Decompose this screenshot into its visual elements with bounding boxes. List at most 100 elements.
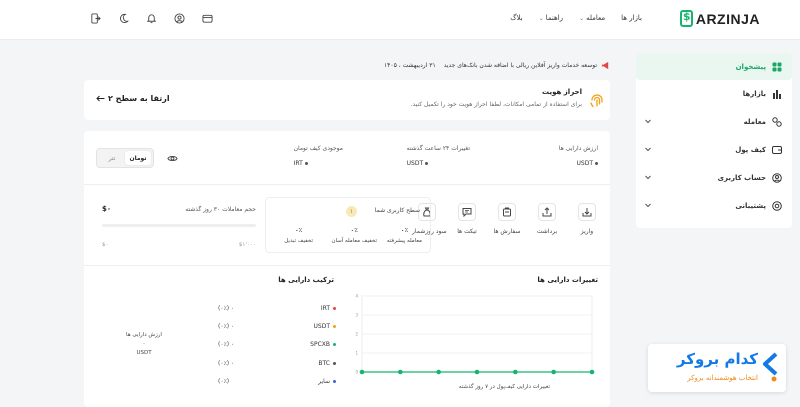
announcement-text: توسعه خدمات واریز آفلاین ریالی با اضافه … <box>443 62 597 69</box>
brand-name: ARZINJA <box>695 10 760 27</box>
quick-actions: واریز برداشت سفارش ها تیکت ها سود روزشما… <box>84 186 610 266</box>
currency-toggle: تومان تتر <box>96 148 154 168</box>
level-advanced-trade: ۰٪ معامله پیشرفته <box>386 227 422 244</box>
nav-item-trade[interactable]: معامله ⌄ <box>579 14 605 22</box>
promo-subtitle: انتخاب هوشمندانه بروکر <box>687 374 758 382</box>
sidebar-item-markets[interactable]: بازارها <box>636 80 792 108</box>
chevron-down-icon <box>645 203 651 208</box>
chevron-down-icon <box>645 119 651 124</box>
logout-icon[interactable] <box>90 13 101 24</box>
megaphone-icon <box>601 61 609 70</box>
moon-icon[interactable] <box>118 13 129 24</box>
ticket-icon <box>462 208 472 217</box>
stat-toman-balance-unit: IRT <box>293 160 303 167</box>
stat-asset-value-unit: USDT <box>576 160 594 167</box>
action-orders[interactable]: سفارش ها <box>492 203 522 235</box>
withdraw-icon <box>542 207 552 217</box>
chart-data-point[interactable] <box>513 369 518 375</box>
sidebar-item-label: بازارها <box>742 90 766 98</box>
chart-data-point[interactable] <box>474 369 480 375</box>
announcement[interactable]: توسعه خدمات واریز آفلاین ریالی با اضافه … <box>384 61 610 70</box>
promo-title: کدام بروکر <box>676 350 758 368</box>
kyc-title: احراز هویت <box>542 88 582 96</box>
sidebar-item-trade[interactable]: معامله <box>636 108 792 136</box>
chart-data-point[interactable] <box>359 369 365 375</box>
support-icon <box>772 201 782 211</box>
sidebar-item-wallet[interactable]: کیف پول <box>636 136 792 164</box>
upgrade-level-link[interactable]: ارتقا به سطح ۲ <box>96 94 170 103</box>
kyc-card: احراز هویت برای استفاده از تمامی امکانات… <box>84 80 610 120</box>
chart-y-tick-label: 2 <box>355 332 358 337</box>
chart-caption: تغییرات دارایی کیف‌پول در ۷ روز گذشته <box>458 384 550 390</box>
user-icon[interactable] <box>174 13 185 24</box>
toggle-tether[interactable]: تتر <box>99 151 125 165</box>
chart-data-point[interactable] <box>551 369 556 375</box>
arrow-left-icon <box>96 95 105 102</box>
trade-volume-title: حجم معاملات ۳۰ روز گذشته <box>185 206 256 213</box>
trade-volume-min: $۰ <box>102 242 109 248</box>
chart-data-point[interactable] <box>398 369 403 375</box>
asset-changes-title: تغییرات دارایی ها <box>537 276 598 284</box>
eye-icon[interactable] <box>167 153 178 164</box>
chart-data-point[interactable] <box>436 369 441 375</box>
chart-bars-icon <box>773 90 781 99</box>
trade-volume-card: حجم معاملات ۳۰ روز گذشته $۰ $۰ $۱٬۰۰۰ <box>96 197 262 253</box>
chart-data-point[interactable] <box>589 369 595 375</box>
exchange-icon <box>772 117 782 127</box>
nav-item-markets[interactable]: بازار ها <box>621 14 642 22</box>
chevron-down-icon: ⌄ <box>579 14 585 22</box>
top-bar: ARZINJA بازار ها معامله⌄ راهنما⌄ بلاگ <box>0 0 800 40</box>
stat-24h-change-unit: USDT <box>406 160 424 167</box>
main-nav: بازار ها معامله ⌄ راهنما ⌄ بلاگ <box>510 14 642 22</box>
orders-icon <box>503 207 511 217</box>
sidebar-item-account[interactable]: حساب کاربری <box>636 164 792 192</box>
action-deposit[interactable]: واریز <box>572 203 602 235</box>
level-convert-discount: ۰٪ تخفیف تبدیل <box>284 227 313 244</box>
balance-stats: ارزش دارایی ها USDT تغییرات ۲۴ ساعت گذشت… <box>84 131 610 185</box>
logo-mark-icon <box>679 10 693 27</box>
promo-watermark: کدام بروکر انتخاب هوشمندانه بروکر <box>648 344 786 392</box>
deposit-icon <box>582 208 592 217</box>
chevron-down-icon <box>645 175 651 180</box>
chart-y-tick-label: 0 <box>355 370 358 375</box>
dashboard-main-card: ارزش دارایی ها USDT تغییرات ۲۴ ساعت گذشت… <box>84 131 610 407</box>
irt-color-dot <box>333 307 336 310</box>
trade-volume-value: $۰ <box>102 205 112 213</box>
chart-y-tick-label: 1 <box>355 351 358 356</box>
sidebar-item-label: پشتیبانی <box>735 202 766 210</box>
promo-logo-icon <box>763 352 778 382</box>
announcement-date: ۳۱ اردیبهشت ، ۱۴۰۵ <box>383 62 436 69</box>
action-tickets[interactable]: تیکت ها <box>452 203 482 235</box>
sidebar-item-label: حساب کاربری <box>717 174 766 182</box>
chevron-down-icon <box>645 147 651 152</box>
user-level-badge: ۱ <box>346 206 357 217</box>
spcxb-color-dot <box>333 343 336 346</box>
stat-asset-value: ارزش دارایی ها USDT <box>558 145 598 167</box>
user-icon <box>772 173 782 183</box>
btc-color-dot <box>333 362 336 365</box>
sidebar-item-dashboard[interactable]: پیشخوان <box>636 53 792 80</box>
sidebar-item-support[interactable]: پشتیبانی <box>636 192 792 220</box>
chart-y-tick-label: 3 <box>355 313 358 318</box>
top-icons <box>90 13 213 24</box>
nav-item-blog[interactable]: بلاگ <box>510 14 522 22</box>
other-color-dot <box>333 380 336 383</box>
brand-logo[interactable]: ARZINJA <box>679 10 760 27</box>
sidebar-item-label: پیشخوان <box>735 62 766 71</box>
usdt-color-dot <box>333 325 336 328</box>
user-level-title: سطح کاربری شما <box>374 207 420 214</box>
asset-composition-title: ترکیب دارایی ها <box>278 276 334 284</box>
bell-icon[interactable] <box>146 13 157 24</box>
level-easy-trade-discount: ۰٪ تخفیف معامله آسان <box>331 227 377 244</box>
composition-total: ارزش دارایی ها ۰ USDT <box>126 332 162 356</box>
dashboard-icon <box>772 62 782 71</box>
sidebar-item-label: معامله <box>743 118 766 126</box>
user-level-card[interactable]: سطح کاربری شما ۱ ۰٪ معامله پیشرفته ۰٪ تخفی… <box>265 197 431 253</box>
stat-24h-change: تغییرات ۲۴ ساعت گذشته USDT <box>406 145 470 167</box>
wallet-icon[interactable] <box>202 13 213 24</box>
action-withdraw[interactable]: برداشت <box>532 203 562 235</box>
toggle-toman[interactable]: تومان <box>125 151 151 165</box>
nav-item-guide[interactable]: راهنما ⌄ <box>539 14 563 22</box>
sidebar: پیشخوان بازارها معامله کیف پول حساب کارب… <box>636 53 792 228</box>
kyc-subtitle: برای استفاده از تمامی امکانات، لطفا احرا… <box>410 101 582 108</box>
